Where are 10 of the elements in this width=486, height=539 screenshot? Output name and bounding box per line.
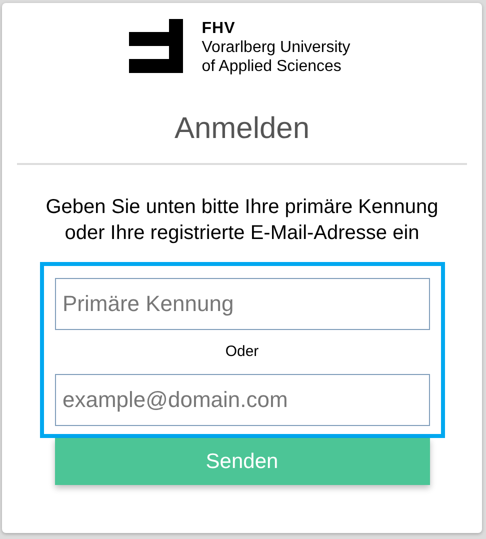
input-field[interactable]: Primäre Kennung: [54, 278, 430, 330]
logo-subtitle: Vorarlberg University: [202, 38, 350, 57]
page-title: Anmelden: [174, 111, 310, 147]
instruction-text: Geben Sie unten bitte Ihre primäre Kennung oder Ihre registrierte E-Mail-Adresse ein: [44, 195, 440, 246]
logo-subtitle: of Applied Sciences: [202, 57, 342, 76]
logo-icon: [128, 19, 183, 73]
input-field[interactable]: example@domain.com: [54, 374, 430, 426]
submit-button[interactable]: Senden: [54, 438, 430, 485]
separator-text: Oder: [225, 343, 259, 361]
logo-name: FHV: [202, 20, 236, 38]
